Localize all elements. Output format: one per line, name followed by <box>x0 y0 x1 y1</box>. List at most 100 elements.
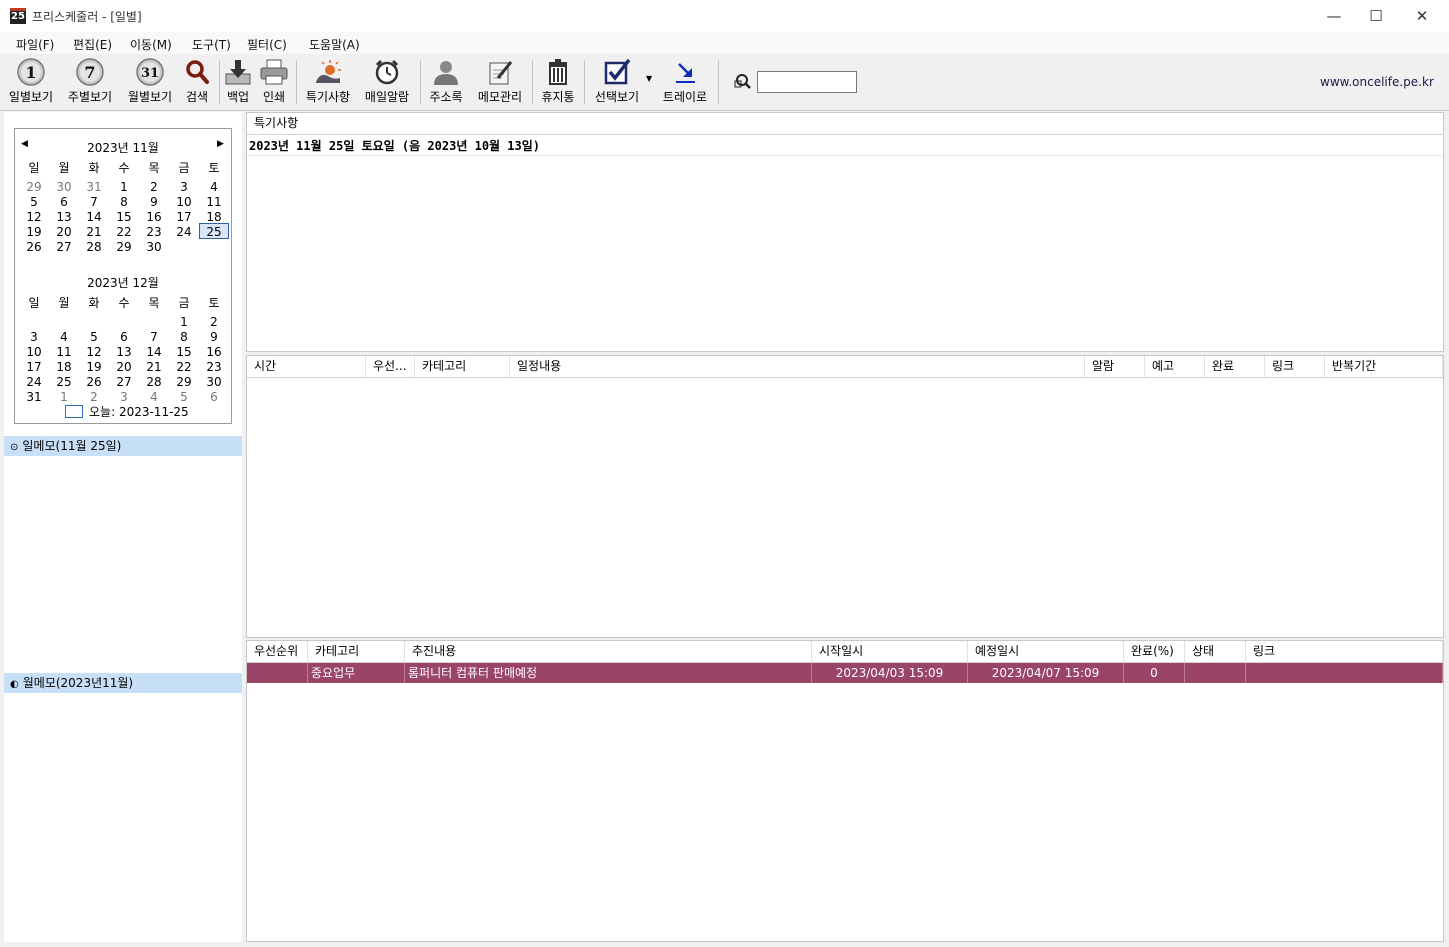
column-header[interactable]: 완료(%) <box>1124 641 1185 662</box>
calendar-day[interactable]: 1 <box>49 390 79 405</box>
website-link[interactable]: www.oncelife.pe.kr <box>1320 75 1434 89</box>
calendar-day[interactable]: 7 <box>79 195 109 210</box>
column-header[interactable]: 완료 <box>1205 356 1265 377</box>
calendar-day[interactable]: 1 <box>109 180 139 195</box>
column-header[interactable]: 일정내용 <box>510 356 1085 377</box>
day-memo-area[interactable] <box>4 456 242 670</box>
calendar-day[interactable]: 18 <box>199 210 229 225</box>
calendar-day[interactable]: 28 <box>139 375 169 390</box>
calendar-day[interactable]: 20 <box>109 360 139 375</box>
calendar-day[interactable]: 27 <box>109 375 139 390</box>
calendar-day[interactable]: 17 <box>19 360 49 375</box>
calendar-day[interactable]: 25 <box>199 225 229 240</box>
calendar-day[interactable]: 12 <box>19 210 49 225</box>
calendar-day[interactable]: 18 <box>49 360 79 375</box>
calendar-day[interactable]: 20 <box>49 225 79 240</box>
calendar-day[interactable]: 13 <box>49 210 79 225</box>
maximize-button[interactable]: ☐ <box>1353 0 1399 32</box>
calendar-day[interactable]: 11 <box>49 345 79 360</box>
memo-manage-button[interactable]: 메모관리 <box>474 58 526 106</box>
calendar-day[interactable]: 17 <box>169 210 199 225</box>
column-header[interactable]: 우선... <box>366 356 415 377</box>
calendar-day[interactable]: 19 <box>19 225 49 240</box>
column-header[interactable]: 예정일시 <box>968 641 1124 662</box>
daily-view-button[interactable]: 1 일별보기 <box>6 58 56 106</box>
calendar-day[interactable]: 26 <box>19 240 49 255</box>
calendar-day[interactable]: 30 <box>199 375 229 390</box>
schedule-pane[interactable]: 시간 우선... 카테고리 일정내용 알람 예고 완료 링크 반복기간 <box>246 355 1444 638</box>
column-header[interactable]: 예고 <box>1145 356 1205 377</box>
month-memo-header[interactable]: ◐ 월메모(2023년11월) <box>4 673 242 693</box>
close-button[interactable]: ✕ <box>1399 0 1445 32</box>
calendar-day[interactable]: 29 <box>19 180 49 195</box>
calendar-day[interactable]: 8 <box>109 195 139 210</box>
calendar-day[interactable]: 6 <box>109 330 139 345</box>
calendar-day[interactable]: 23 <box>199 360 229 375</box>
calendar-day[interactable]: 21 <box>79 225 109 240</box>
calendar-day[interactable]: 12 <box>79 345 109 360</box>
dropdown-arrow-icon[interactable]: ▼ <box>646 74 652 83</box>
trash-button[interactable]: 휴지통 <box>538 58 578 106</box>
weekly-view-button[interactable]: 7 주별보기 <box>64 58 116 106</box>
menu-filter[interactable]: 필터(C) <box>247 36 287 53</box>
minimize-button[interactable]: — <box>1311 0 1357 32</box>
calendar-day[interactable]: 15 <box>169 345 199 360</box>
today-link[interactable]: 오늘: 2023-11-25 <box>89 403 189 420</box>
calendar-day[interactable]: 22 <box>169 360 199 375</box>
calendar-day[interactable]: 8 <box>169 330 199 345</box>
calendar-day[interactable]: 9 <box>139 195 169 210</box>
calendar-day[interactable]: 25 <box>49 375 79 390</box>
calendar-day[interactable]: 26 <box>79 375 109 390</box>
search-button[interactable]: 검색 <box>181 58 213 106</box>
calendar-day[interactable]: 5 <box>79 330 109 345</box>
monthly-view-button[interactable]: 31 월별보기 <box>124 58 176 106</box>
calendar-day[interactable]: 14 <box>79 210 109 225</box>
column-header[interactable]: 시간 <box>247 356 366 377</box>
calendar-day[interactable]: 3 <box>19 330 49 345</box>
calendar-day[interactable]: 24 <box>169 225 199 240</box>
column-header[interactable]: 카테고리 <box>308 641 405 662</box>
menu-edit[interactable]: 편집(E) <box>73 36 112 53</box>
calendar-day[interactable]: 29 <box>169 375 199 390</box>
calendar-day[interactable]: 30 <box>139 240 169 255</box>
calendar-day[interactable]: 23 <box>139 225 169 240</box>
calendar-day[interactable]: 21 <box>139 360 169 375</box>
tasks-pane[interactable]: 우선순위 카테고리 추진내용 시작일시 예정일시 완료(%) 상태 링크 중요업무 롬퍼니터 컴… <box>246 640 1444 942</box>
column-header[interactable]: 반복기간 <box>1325 356 1443 377</box>
tray-button[interactable]: 트레이로 <box>658 58 712 106</box>
menu-move[interactable]: 이동(M) <box>130 36 172 53</box>
calendar-day[interactable]: 16 <box>199 345 229 360</box>
calendar-day[interactable]: 1 <box>169 315 199 330</box>
calendar-day[interactable]: 2 <box>199 315 229 330</box>
calendar-day[interactable]: 4 <box>199 180 229 195</box>
column-header[interactable]: 링크 <box>1246 641 1443 662</box>
calendar-day[interactable]: 16 <box>139 210 169 225</box>
address-book-button[interactable]: 주소록 <box>426 58 466 106</box>
search-input[interactable] <box>757 71 857 93</box>
column-header[interactable]: 추진내용 <box>405 641 812 662</box>
calendar-day[interactable]: 10 <box>169 195 199 210</box>
column-header[interactable]: 시작일시 <box>812 641 968 662</box>
column-header[interactable]: 상태 <box>1185 641 1246 662</box>
column-header[interactable]: 카테고리 <box>415 356 510 377</box>
calendar-day[interactable]: 5 <box>19 195 49 210</box>
calendar-day[interactable]: 24 <box>19 375 49 390</box>
calendar-day[interactable]: 28 <box>79 240 109 255</box>
calendar-day[interactable]: 4 <box>49 330 79 345</box>
print-button[interactable]: 인쇄 <box>258 58 290 106</box>
calendar-day[interactable]: 13 <box>109 345 139 360</box>
daily-alarm-button[interactable]: 매일알람 <box>361 58 413 106</box>
calendar-day[interactable]: 11 <box>199 195 229 210</box>
column-header[interactable]: 우선순위 <box>247 641 308 662</box>
calendar-day[interactable]: 29 <box>109 240 139 255</box>
calendar-day[interactable]: 31 <box>19 390 49 405</box>
calendar-day[interactable]: 22 <box>109 225 139 240</box>
calendar-day[interactable]: 19 <box>79 360 109 375</box>
calendar-day[interactable]: 2 <box>139 180 169 195</box>
calendar-day[interactable]: 15 <box>109 210 139 225</box>
calendar-day[interactable]: 14 <box>139 345 169 360</box>
column-header[interactable]: 알람 <box>1085 356 1145 377</box>
calendar-day[interactable]: 3 <box>169 180 199 195</box>
menu-file[interactable]: 파일(F) <box>16 36 54 53</box>
day-memo-header[interactable]: ⊙ 일메모(11월 25일) <box>4 436 242 456</box>
